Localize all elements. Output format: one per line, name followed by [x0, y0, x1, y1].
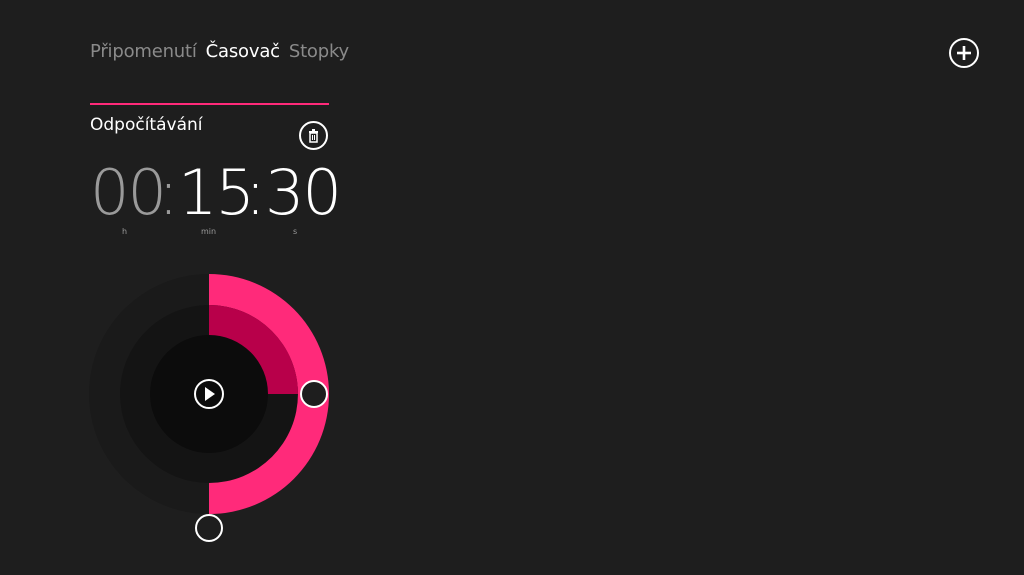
- timer-name[interactable]: Odpočítávání: [90, 115, 203, 135]
- tab-stopwatch[interactable]: Stopky: [289, 41, 349, 62]
- tab-reminders[interactable]: Připomenutí: [90, 41, 197, 62]
- trash-icon: [309, 129, 318, 143]
- seconds-unit-label: s: [293, 227, 298, 236]
- add-timer-button[interactable]: [949, 38, 979, 68]
- timer-app: Připomenutí Časovač Stopky Odpočítávání …: [0, 0, 1024, 575]
- time-separator: :: [245, 156, 266, 229]
- tab-timer[interactable]: Časovač: [206, 41, 280, 62]
- timer-card: Odpočítávání 00 : 15 : 30 h min s: [90, 103, 342, 236]
- seconds-handle[interactable]: [195, 514, 223, 542]
- minutes-value[interactable]: 15: [178, 158, 255, 228]
- time-separator: :: [158, 156, 179, 229]
- hours-unit-label: h: [122, 227, 128, 236]
- minutes-unit-label: min: [201, 227, 217, 236]
- time-display: 00 : 15 : 30: [90, 156, 342, 229]
- timer-dial: [89, 274, 329, 542]
- minutes-handle[interactable]: [300, 380, 328, 408]
- seconds-value[interactable]: 30: [265, 158, 342, 228]
- plus-icon: [957, 46, 971, 60]
- timer-accent-line: [90, 103, 329, 105]
- main-tabs: Připomenutí Časovač Stopky: [90, 41, 349, 62]
- delete-timer-button[interactable]: [299, 121, 328, 150]
- hours-value[interactable]: 00: [90, 158, 167, 228]
